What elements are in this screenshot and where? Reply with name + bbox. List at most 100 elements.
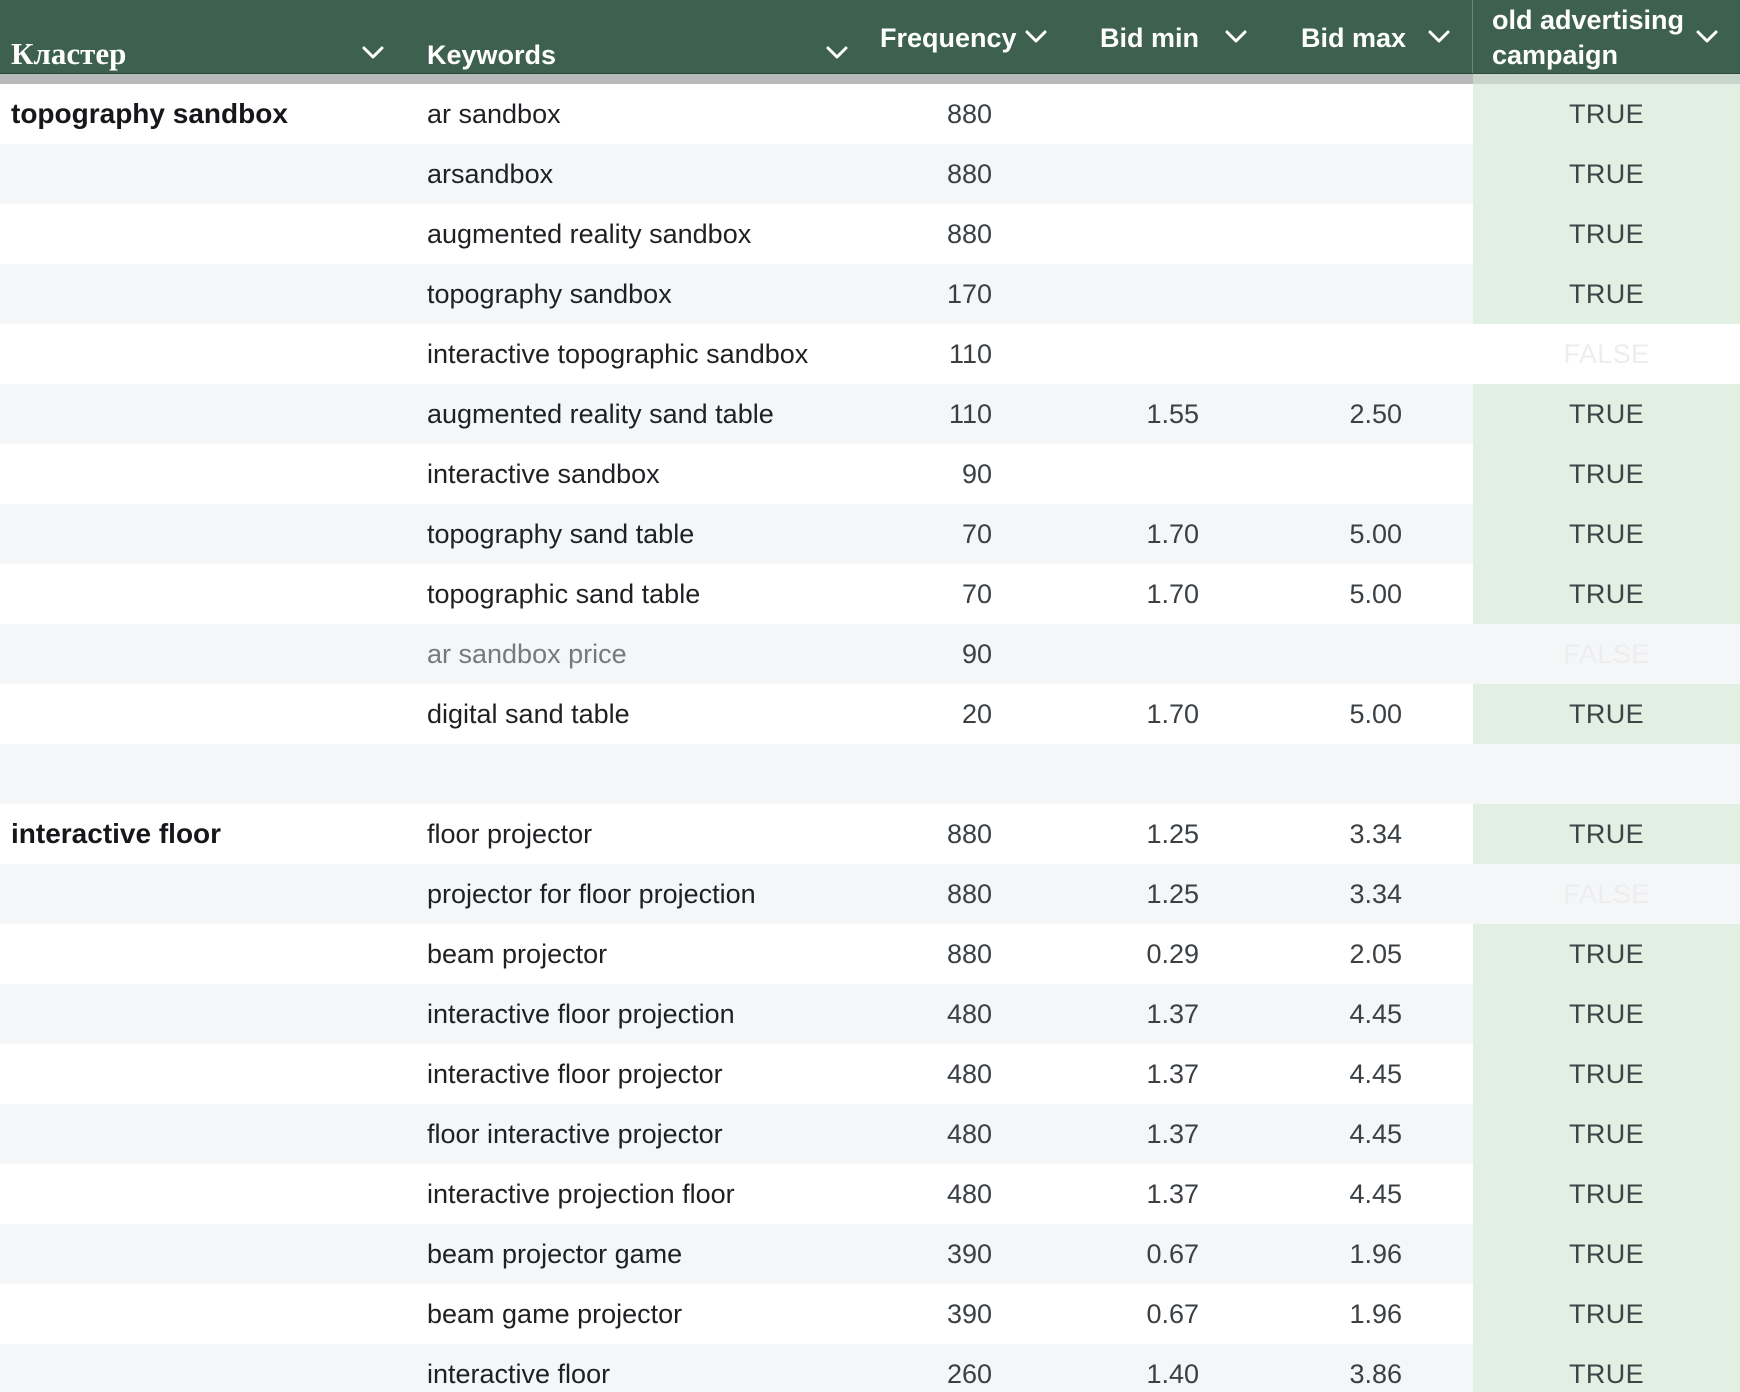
frequency-cell[interactable]: 480 (850, 999, 992, 1030)
chevron-down-icon[interactable] (1428, 30, 1450, 44)
bid-min-cell[interactable]: 1.55 (992, 399, 1199, 430)
campaign-cell[interactable]: TRUE (1473, 504, 1740, 564)
campaign-cell[interactable]: TRUE (1473, 1044, 1740, 1104)
keyword-cell[interactable]: interactive floor projection (415, 999, 850, 1030)
keyword-cell[interactable]: projector for floor projection (415, 879, 850, 910)
chevron-down-icon[interactable] (1225, 30, 1247, 44)
column-header-bid-min[interactable]: Bid min (1100, 23, 1199, 54)
bid-max-cell[interactable]: 5.00 (1199, 519, 1402, 550)
bid-max-cell[interactable]: 2.05 (1199, 939, 1402, 970)
keyword-cell[interactable]: floor projector (415, 819, 850, 850)
keyword-cell[interactable]: arsandbox (415, 159, 850, 190)
bid-min-cell[interactable]: 1.70 (992, 579, 1199, 610)
campaign-cell[interactable]: TRUE (1473, 264, 1740, 324)
column-header-bid-max[interactable]: Bid max (1301, 23, 1406, 54)
chevron-down-icon[interactable] (1696, 30, 1718, 44)
campaign-cell[interactable]: TRUE (1473, 1344, 1740, 1392)
frequency-cell[interactable]: 880 (850, 879, 992, 910)
keyword-cell[interactable]: beam projector game (415, 1239, 850, 1270)
keyword-cell[interactable]: augmented reality sandbox (415, 219, 850, 250)
column-header-old-advertising-campaign[interactable]: old advertisingcampaign (1492, 3, 1684, 73)
frequency-cell[interactable]: 110 (850, 339, 992, 370)
keyword-cell[interactable]: interactive floor projector (415, 1059, 850, 1090)
bid-min-cell[interactable]: 1.40 (992, 1359, 1199, 1390)
campaign-cell[interactable]: TRUE (1473, 564, 1740, 624)
cluster-cell[interactable]: topography sandbox (0, 98, 415, 130)
campaign-cell[interactable]: TRUE (1473, 1224, 1740, 1284)
bid-min-cell[interactable]: 0.67 (992, 1299, 1199, 1330)
frequency-cell[interactable]: 880 (850, 99, 992, 130)
campaign-cell[interactable]: TRUE (1473, 684, 1740, 744)
bid-max-cell[interactable]: 3.86 (1199, 1359, 1402, 1390)
frequency-cell[interactable]: 70 (850, 579, 992, 610)
campaign-cell[interactable]: TRUE (1473, 1284, 1740, 1344)
bid-max-cell[interactable]: 3.34 (1199, 819, 1402, 850)
chevron-down-icon[interactable] (1025, 30, 1047, 44)
column-header-frequency[interactable]: Frequency (880, 23, 1017, 54)
frequency-cell[interactable]: 90 (850, 459, 992, 490)
bid-max-cell[interactable]: 3.34 (1199, 879, 1402, 910)
bid-min-cell[interactable]: 1.37 (992, 999, 1199, 1030)
chevron-down-icon[interactable] (362, 46, 384, 60)
bid-max-cell[interactable]: 1.96 (1199, 1299, 1402, 1330)
frequency-cell[interactable]: 390 (850, 1299, 992, 1330)
keyword-cell[interactable]: floor interactive projector (415, 1119, 850, 1150)
keyword-cell[interactable]: digital sand table (415, 699, 850, 730)
campaign-cell[interactable]: TRUE (1473, 1164, 1740, 1224)
bid-min-cell[interactable]: 1.37 (992, 1119, 1199, 1150)
bid-max-cell[interactable]: 5.00 (1199, 699, 1402, 730)
column-header-keywords[interactable]: Keywords (427, 40, 556, 71)
bid-min-cell[interactable]: 1.37 (992, 1059, 1199, 1090)
frequency-cell[interactable]: 90 (850, 639, 992, 670)
frequency-cell[interactable]: 20 (850, 699, 992, 730)
keyword-cell[interactable]: interactive floor (415, 1359, 850, 1390)
bid-min-cell[interactable]: 1.37 (992, 1179, 1199, 1210)
frequency-cell[interactable]: 880 (850, 939, 992, 970)
frequency-cell[interactable]: 110 (850, 399, 992, 430)
frequency-cell[interactable]: 390 (850, 1239, 992, 1270)
bid-min-cell[interactable]: 1.70 (992, 699, 1199, 730)
bid-min-cell[interactable]: 1.25 (992, 879, 1199, 910)
campaign-cell[interactable]: TRUE (1473, 444, 1740, 504)
frequency-cell[interactable]: 880 (850, 819, 992, 850)
keyword-cell[interactable]: interactive projection floor (415, 1179, 850, 1210)
keyword-cell[interactable]: interactive topographic sandbox (415, 339, 850, 370)
frequency-cell[interactable]: 480 (850, 1059, 992, 1090)
bid-max-cell[interactable]: 4.45 (1199, 1119, 1402, 1150)
bid-max-cell[interactable]: 2.50 (1199, 399, 1402, 430)
campaign-cell[interactable]: TRUE (1473, 804, 1740, 864)
bid-min-cell[interactable]: 0.29 (992, 939, 1199, 970)
bid-max-cell[interactable]: 4.45 (1199, 1179, 1402, 1210)
campaign-cell[interactable]: TRUE (1473, 984, 1740, 1044)
frequency-cell[interactable]: 260 (850, 1359, 992, 1390)
campaign-cell[interactable]: TRUE (1473, 1104, 1740, 1164)
campaign-cell[interactable]: TRUE (1473, 384, 1740, 444)
keyword-cell[interactable]: beam game projector (415, 1299, 850, 1330)
keyword-cell[interactable]: ar sandbox (415, 99, 850, 130)
bid-max-cell[interactable]: 1.96 (1199, 1239, 1402, 1270)
chevron-down-icon[interactable] (826, 46, 848, 60)
campaign-cell[interactable]: TRUE (1473, 144, 1740, 204)
frequency-cell[interactable]: 170 (850, 279, 992, 310)
keyword-cell[interactable]: ar sandbox price (415, 639, 850, 670)
keyword-cell[interactable]: augmented reality sand table (415, 399, 850, 430)
campaign-cell[interactable]: FALSE (1473, 864, 1740, 924)
bid-max-cell[interactable]: 4.45 (1199, 999, 1402, 1030)
campaign-cell[interactable]: FALSE (1473, 324, 1740, 384)
column-header-cluster[interactable]: Кластер (11, 36, 126, 72)
campaign-cell[interactable]: TRUE (1473, 84, 1740, 144)
frequency-cell[interactable]: 880 (850, 219, 992, 250)
bid-min-cell[interactable]: 1.70 (992, 519, 1199, 550)
frequency-cell[interactable]: 480 (850, 1119, 992, 1150)
bid-max-cell[interactable]: 5.00 (1199, 579, 1402, 610)
keyword-cell[interactable]: interactive sandbox (415, 459, 850, 490)
frequency-cell[interactable]: 880 (850, 159, 992, 190)
frequency-cell[interactable]: 70 (850, 519, 992, 550)
campaign-cell[interactable]: FALSE (1473, 624, 1740, 684)
bid-max-cell[interactable]: 4.45 (1199, 1059, 1402, 1090)
bid-min-cell[interactable]: 1.25 (992, 819, 1199, 850)
keyword-cell[interactable]: topographic sand table (415, 579, 850, 610)
frequency-cell[interactable]: 480 (850, 1179, 992, 1210)
bid-min-cell[interactable]: 0.67 (992, 1239, 1199, 1270)
keyword-cell[interactable]: topography sand table (415, 519, 850, 550)
